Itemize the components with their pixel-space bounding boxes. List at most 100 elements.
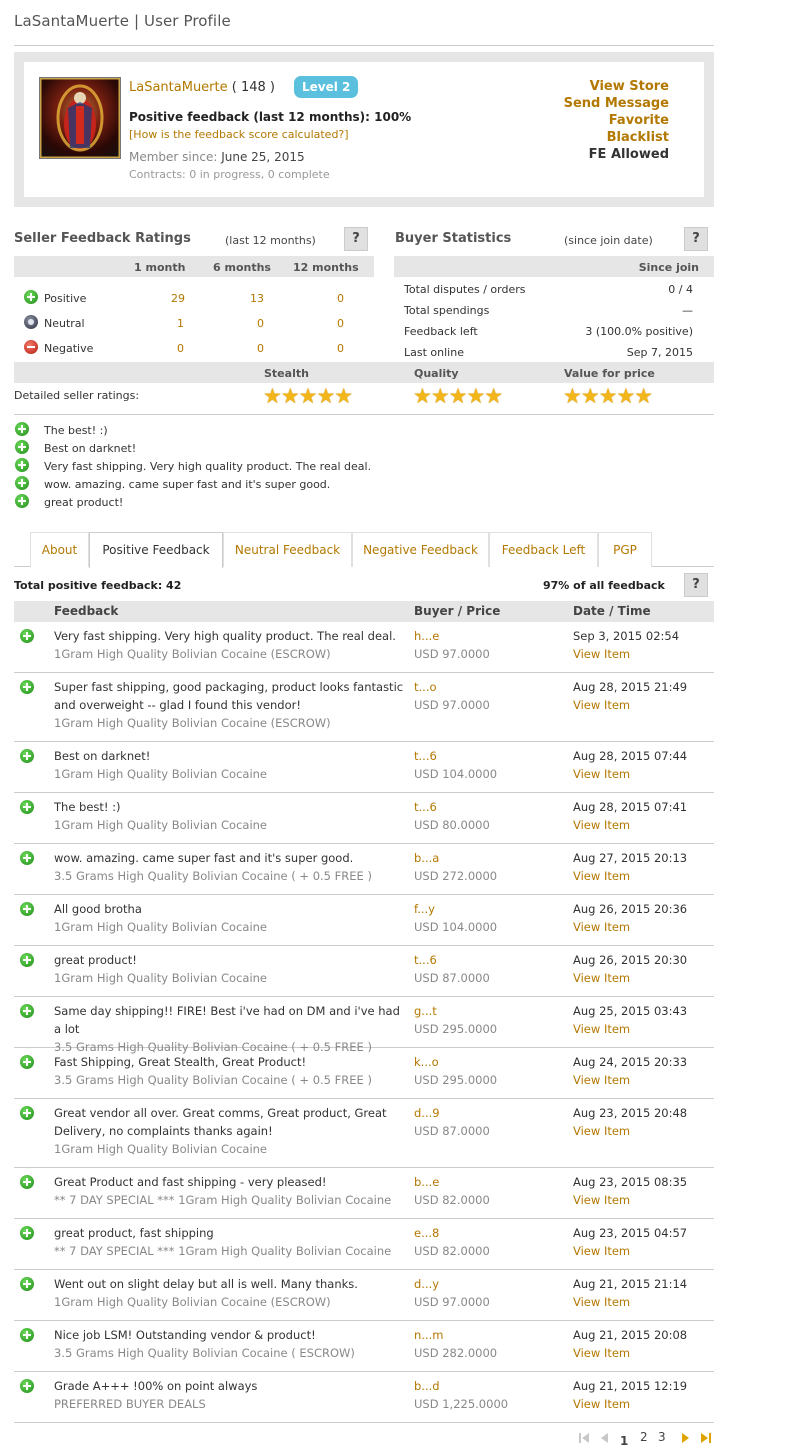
- feedback-date: Aug 24, 2015 20:33 View Item: [573, 1055, 688, 1089]
- feedback-price: USD 97.0000: [414, 647, 490, 661]
- feedback-text: Grade A+++ !00% on point always PREFERRED…: [54, 1379, 258, 1411]
- neutral-6m: 0: [257, 317, 264, 330]
- blacklist-link[interactable]: Blacklist: [564, 129, 669, 146]
- table-row: Grade A+++ !00% on point always PREFERRED…: [14, 1372, 714, 1423]
- feedback-buyer[interactable]: t...o USD 97.0000: [414, 678, 490, 714]
- view-item-link[interactable]: View Item: [573, 1395, 687, 1413]
- profile-username[interactable]: LaSantaMuerte ( 148 ): [129, 80, 275, 95]
- view-item-link[interactable]: View Item: [573, 867, 687, 885]
- neutral-1m: 1: [177, 317, 184, 330]
- view-item-link[interactable]: View Item: [573, 1242, 687, 1260]
- seller-ratings-help-button[interactable]: ?: [344, 227, 368, 251]
- positive-icon: [20, 902, 34, 916]
- feedback-item: 1Gram High Quality Bolivian Cocaine (ESC…: [54, 1295, 331, 1309]
- feedback-text: Nice job LSM! Outstanding vendor & produ…: [54, 1328, 355, 1360]
- page-2[interactable]: 2: [640, 1430, 648, 1444]
- rating-category-value: Value for price: [564, 367, 655, 380]
- feedback-buyer[interactable]: d...9 USD 87.0000: [414, 1104, 490, 1140]
- col-12-months: 12 months: [293, 261, 359, 274]
- feedback-buyer[interactable]: e...8 USD 82.0000: [414, 1224, 490, 1260]
- level-badge: Level 2: [294, 76, 359, 98]
- view-item-link[interactable]: View Item: [573, 1191, 687, 1209]
- feedback-date: Aug 26, 2015 20:36 View Item: [573, 902, 688, 936]
- col-feedback: Feedback: [54, 604, 119, 618]
- view-item-link[interactable]: View Item: [573, 816, 687, 834]
- positive-icon: [15, 494, 29, 508]
- page-3[interactable]: 3: [658, 1430, 666, 1444]
- feedback-buyer[interactable]: b...e USD 82.0000: [414, 1173, 490, 1209]
- view-item-link[interactable]: View Item: [573, 765, 687, 783]
- stat-label-feedback-left: Feedback left: [404, 325, 478, 338]
- stat-label-spendings: Total spendings: [404, 304, 490, 317]
- view-store-link[interactable]: View Store: [564, 78, 669, 95]
- first-page-icon[interactable]: [578, 1432, 590, 1444]
- tab-positive-feedback[interactable]: Positive Feedback: [89, 532, 223, 568]
- view-item-link[interactable]: View Item: [573, 696, 687, 714]
- feedback-buyer[interactable]: b...a USD 272.0000: [414, 849, 497, 885]
- feedback-price: USD 104.0000: [414, 767, 498, 781]
- last-page-icon[interactable]: [700, 1432, 712, 1444]
- feedback-buyer[interactable]: t...6 USD 80.0000: [414, 798, 490, 834]
- tab-pgp[interactable]: PGP: [598, 532, 652, 567]
- recent-feedback-item: wow. amazing. came super fast and it's s…: [44, 478, 331, 491]
- profile-card-inner: LaSantaMuerte ( 148 ) Level 2 Positive f…: [24, 62, 704, 197]
- send-message-link[interactable]: Send Message: [564, 95, 669, 112]
- positive-icon: [20, 1379, 34, 1393]
- feedback-text: Best on darknet! 1Gram High Quality Boliv…: [54, 749, 267, 781]
- feedback-help-button[interactable]: ?: [684, 573, 708, 597]
- prev-page-icon[interactable]: [598, 1432, 610, 1444]
- next-page-icon[interactable]: [680, 1432, 692, 1444]
- tab-negative-feedback[interactable]: Negative Feedback: [352, 532, 489, 567]
- feedback-item: ** 7 DAY SPECIAL *** 1Gram High Quality …: [54, 1244, 392, 1258]
- rating-category-quality: Quality: [414, 367, 459, 380]
- feedback-buyer[interactable]: t...6 USD 87.0000: [414, 951, 490, 987]
- feedback-buyer[interactable]: d...y USD 97.0000: [414, 1275, 490, 1311]
- rating-category-stealth: Stealth: [264, 367, 309, 380]
- feedback-buyer[interactable]: g...t USD 295.0000: [414, 1002, 497, 1038]
- view-item-link[interactable]: View Item: [573, 969, 687, 987]
- fe-allowed-status: FE Allowed: [588, 147, 669, 162]
- detailed-ratings-label: Detailed seller ratings:: [14, 389, 140, 402]
- positive-icon: [20, 680, 34, 694]
- tab-feedback-left[interactable]: Feedback Left: [489, 532, 598, 567]
- feedback-buyer[interactable]: n...m USD 282.0000: [414, 1326, 497, 1362]
- feedback-buyer[interactable]: h...e USD 97.0000: [414, 627, 490, 663]
- recent-feedback-item: The best! :): [44, 424, 108, 437]
- page-1[interactable]: 1: [620, 1434, 628, 1448]
- favorite-link[interactable]: Favorite: [564, 112, 669, 129]
- rating-label-negative: Negative: [44, 342, 94, 355]
- feedback-buyer[interactable]: t...6 USD 104.0000: [414, 747, 497, 783]
- feedback-date: Aug 28, 2015 07:44 View Item: [573, 749, 688, 783]
- feedback-item: 3.5 Grams High Quality Bolivian Cocaine …: [54, 869, 372, 883]
- feedback-text: All good brotha 1Gram High Quality Bolivi…: [54, 902, 267, 934]
- view-item-link[interactable]: View Item: [573, 1344, 687, 1362]
- tab-neutral-feedback[interactable]: Neutral Feedback: [223, 532, 352, 567]
- neutral-12m: 0: [337, 317, 344, 330]
- view-item-link[interactable]: View Item: [573, 1071, 687, 1089]
- table-row: Nice job LSM! Outstanding vendor & produ…: [14, 1321, 714, 1372]
- table-row: great product, fast shipping ** 7 DAY SPE…: [14, 1219, 714, 1270]
- feedback-score-help-link[interactable]: [How is the feedback score calculated?]: [129, 128, 349, 141]
- table-row: Great Product and fast shipping - very p…: [14, 1168, 714, 1219]
- feedback-buyer[interactable]: f...y USD 104.0000: [414, 900, 497, 936]
- stealth-stars: ★★★★★: [263, 384, 353, 408]
- feedback-price: USD 104.0000: [414, 920, 498, 934]
- tab-about[interactable]: About: [30, 532, 89, 567]
- view-item-link[interactable]: View Item: [573, 1122, 687, 1140]
- view-item-link[interactable]: View Item: [573, 1293, 687, 1311]
- view-item-link[interactable]: View Item: [573, 1020, 687, 1038]
- buyer-stats-period: (since join date): [564, 234, 653, 247]
- feedback-date: Aug 28, 2015 21:49 View Item: [573, 680, 688, 714]
- view-item-link[interactable]: View Item: [573, 918, 687, 936]
- feedback-price: USD 1,225.0000: [414, 1397, 509, 1411]
- col-1-month: 1 month: [134, 261, 186, 274]
- feedback-buyer[interactable]: k...o USD 295.0000: [414, 1053, 497, 1089]
- buyer-stats-help-button[interactable]: ?: [684, 227, 708, 251]
- feedback-price: USD 97.0000: [414, 698, 490, 712]
- feedback-buyer[interactable]: b...d USD 1,225.0000: [414, 1377, 508, 1413]
- table-row: wow. amazing. came super fast and it's s…: [14, 844, 714, 895]
- view-item-link[interactable]: View Item: [573, 645, 679, 663]
- feedback-price: USD 87.0000: [414, 971, 490, 985]
- positive-icon: [15, 422, 29, 436]
- stat-value-disputes: 0 / 4: [668, 283, 693, 296]
